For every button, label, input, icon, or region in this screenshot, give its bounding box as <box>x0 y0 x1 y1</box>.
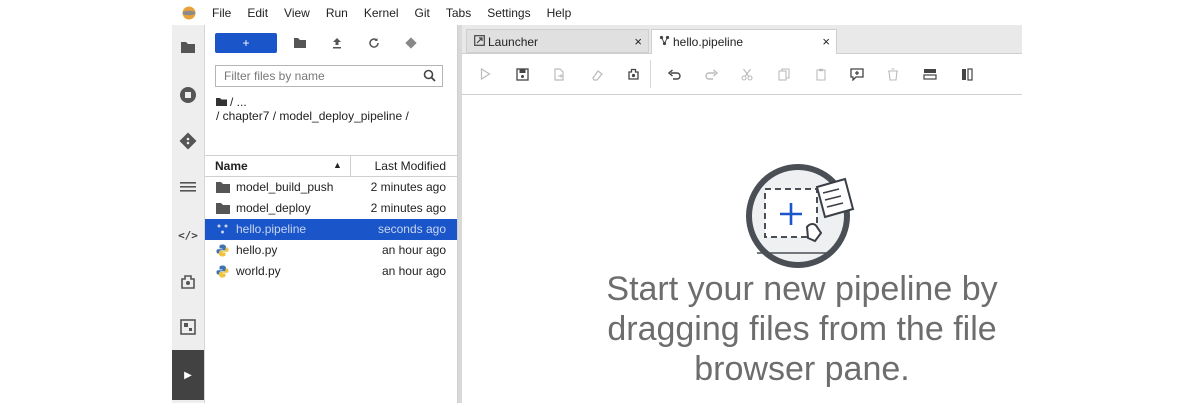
list-item[interactable]: hello.py an hour ago <box>205 240 457 261</box>
copy-icon[interactable] <box>775 65 793 83</box>
file-name: model_deploy <box>236 201 311 215</box>
file-list: model_build_push 2 minutes ago model_dep… <box>205 177 457 282</box>
file-browser-panel: + Filter files by name / ... / chapter7 … <box>205 25 458 403</box>
breadcrumb-root[interactable]: / ... <box>230 95 247 109</box>
filter-placeholder: Filter files by name <box>224 69 325 83</box>
file-list-header: Name ▲ Last Modified <box>205 155 457 177</box>
menu-edit[interactable]: Edit <box>247 6 268 20</box>
menu-bar: File Edit View Run Kernel Git Tabs Setti… <box>172 0 1022 25</box>
redo-icon[interactable] <box>702 65 720 83</box>
pipeline-editor-tab[interactable]: ▶ <box>172 350 204 400</box>
refresh-icon[interactable] <box>364 33 384 53</box>
file-modified: an hour ago <box>381 264 446 278</box>
new-launcher-button[interactable]: + <box>215 33 277 53</box>
git-icon[interactable] <box>176 129 200 153</box>
code-snippets-icon[interactable]: </> <box>176 223 200 247</box>
hint-line-3: browser pane. <box>694 350 910 388</box>
sort-ascending-icon[interactable]: ▲ <box>333 160 342 170</box>
extensions-icon[interactable] <box>176 270 200 294</box>
add-comment-icon[interactable] <box>848 65 866 83</box>
tab-label: hello.pipeline <box>673 35 744 49</box>
menu-tabs[interactable]: Tabs <box>446 6 471 20</box>
menu-file[interactable]: File <box>212 6 231 20</box>
filter-files-input[interactable]: Filter files by name <box>215 65 443 87</box>
hint-line-2: dragging files from the file <box>607 310 997 348</box>
python-file-icon <box>216 265 230 278</box>
runtimes-icon[interactable] <box>624 65 642 83</box>
menu-settings[interactable]: Settings <box>487 6 530 20</box>
property-inspector-icon[interactable] <box>176 315 200 339</box>
clear-icon[interactable] <box>588 65 606 83</box>
folder-icon <box>216 181 230 194</box>
running-stop-icon[interactable] <box>176 83 200 107</box>
file-modified: 2 minutes ago <box>370 180 446 194</box>
column-modified-header[interactable]: Last Modified <box>375 159 446 173</box>
pipeline-file-icon <box>659 35 670 49</box>
file-modified: seconds ago <box>377 222 446 236</box>
list-item[interactable]: model_build_push 2 minutes ago <box>205 177 457 198</box>
document-tab-bar: Launcher × hello.pipeline × <box>462 25 1022 54</box>
paste-icon[interactable] <box>812 65 830 83</box>
tab-hello-pipeline[interactable]: hello.pipeline × <box>651 29 837 54</box>
pipeline-canvas[interactable]: Start your new pipeline by dragging file… <box>462 95 1022 403</box>
caret-right-icon: ▶ <box>184 369 192 381</box>
folder-icon <box>216 202 230 215</box>
file-name: hello.py <box>236 243 278 257</box>
breadcrumb-path[interactable]: / chapter7 / model_deploy_pipeline / <box>216 109 409 123</box>
arrange-horizontal-icon[interactable] <box>921 65 939 83</box>
pipeline-file-icon <box>216 223 230 236</box>
list-item[interactable]: model_deploy 2 minutes ago <box>205 198 457 219</box>
file-browser-toolbar: + <box>215 32 421 54</box>
pipeline-toolbar <box>462 54 1022 95</box>
close-icon[interactable]: × <box>822 34 830 49</box>
file-modified: 2 minutes ago <box>370 201 446 215</box>
file-name: hello.pipeline <box>236 222 307 236</box>
arrange-vertical-icon[interactable] <box>958 65 976 83</box>
tab-label: Launcher <box>488 35 539 49</box>
run-pipeline-icon[interactable] <box>476 65 494 83</box>
table-of-contents-icon[interactable] <box>176 175 200 199</box>
empty-pipeline-hint: Start your new pipeline by dragging file… <box>542 269 1062 389</box>
column-name-header[interactable]: Name <box>215 159 248 173</box>
file-name: world.py <box>236 264 281 278</box>
search-icon <box>423 69 436 85</box>
export-icon[interactable] <box>550 65 568 83</box>
hint-line-1: Start your new pipeline by <box>606 270 998 308</box>
file-name: model_build_push <box>236 180 334 194</box>
close-icon[interactable]: × <box>634 34 642 49</box>
save-icon[interactable] <box>513 65 531 83</box>
delete-icon[interactable] <box>884 65 902 83</box>
menu-run[interactable]: Run <box>326 6 348 20</box>
drag-files-illustration-icon <box>746 164 855 268</box>
folder-icon[interactable] <box>176 35 200 59</box>
new-folder-icon[interactable] <box>290 33 310 53</box>
upload-icon[interactable] <box>327 33 347 53</box>
activity-bar: </> ▶ <box>172 25 205 403</box>
jupyterlab-window: File Edit View Run Kernel Git Tabs Setti… <box>172 0 1022 403</box>
tab-launcher[interactable]: Launcher × <box>466 29 649 53</box>
jupyter-logo-icon <box>178 5 200 21</box>
menu-kernel[interactable]: Kernel <box>364 6 399 20</box>
menu-git[interactable]: Git <box>415 6 430 20</box>
cut-icon[interactable] <box>738 65 756 83</box>
breadcrumb: / ... / chapter7 / model_deploy_pipeline… <box>216 95 409 123</box>
launcher-icon <box>474 35 485 49</box>
file-modified: an hour ago <box>381 243 446 257</box>
menu-view[interactable]: View <box>284 6 310 20</box>
python-file-icon <box>216 244 230 257</box>
undo-icon[interactable] <box>665 65 683 83</box>
git-clone-icon[interactable] <box>401 33 421 53</box>
breadcrumb-folder-icon[interactable] <box>216 95 227 109</box>
list-item[interactable]: world.py an hour ago <box>205 261 457 282</box>
list-item-selected[interactable]: hello.pipeline seconds ago <box>205 219 457 240</box>
menu-help[interactable]: Help <box>547 6 572 20</box>
